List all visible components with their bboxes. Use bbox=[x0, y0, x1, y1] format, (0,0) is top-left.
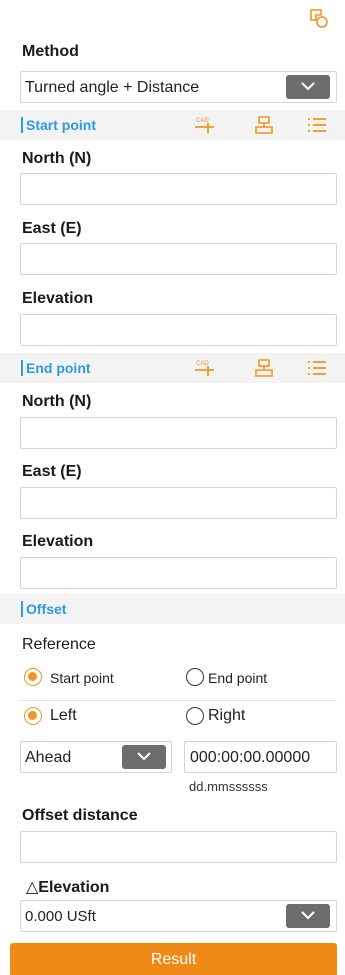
radio-end-point-label: End point bbox=[208, 670, 268, 686]
angle-input[interactable]: 000:00:00.00000 bbox=[184, 741, 337, 773]
start-point-title: Start point bbox=[26, 117, 96, 133]
radio-start-point-label: Start point bbox=[50, 670, 114, 686]
section-marker bbox=[21, 601, 23, 617]
start-point-header: Start point CAD bbox=[0, 110, 345, 140]
angle-value: 000:00:00.00000 bbox=[190, 749, 311, 766]
delta-elevation-label: △Elevation bbox=[26, 879, 110, 896]
offset-header: Offset bbox=[0, 594, 345, 624]
method-select[interactable]: Turned angle + Distance bbox=[20, 71, 337, 103]
result-button[interactable]: Result bbox=[10, 943, 337, 975]
point-list-icon[interactable] bbox=[306, 358, 328, 378]
section-marker bbox=[21, 117, 23, 133]
delta-elevation-select[interactable]: 0.000 USft bbox=[20, 900, 337, 932]
reference-label: Reference bbox=[22, 636, 96, 653]
end-north-input[interactable] bbox=[20, 417, 337, 449]
section-marker bbox=[21, 360, 23, 376]
offset-title: Offset bbox=[26, 601, 67, 617]
start-north-label: North (N) bbox=[22, 150, 92, 167]
offset-distance-label: Offset distance bbox=[22, 807, 138, 824]
direction-select[interactable]: Ahead bbox=[20, 741, 172, 773]
start-east-input[interactable] bbox=[20, 243, 337, 275]
cad-pick-icon[interactable]: CAD bbox=[194, 115, 216, 135]
chevron-down-icon bbox=[301, 911, 315, 920]
end-east-label: East (E) bbox=[22, 463, 82, 480]
survey-point-icon[interactable] bbox=[253, 358, 275, 378]
start-elevation-input[interactable] bbox=[20, 314, 337, 346]
offset-distance-input[interactable] bbox=[20, 831, 337, 863]
method-label: Method bbox=[22, 43, 79, 60]
angle-format-hint: dd.mmssssss bbox=[189, 779, 268, 794]
radio-end-point[interactable]: End point bbox=[186, 668, 326, 690]
end-elevation-label: Elevation bbox=[22, 533, 94, 550]
radio-indicator bbox=[24, 707, 42, 725]
layers-copy-icon[interactable] bbox=[307, 7, 331, 31]
delta-elevation-value: 0.000 USft bbox=[25, 908, 96, 925]
method-dropdown-button[interactable] bbox=[286, 75, 330, 99]
radio-right-label: Right bbox=[208, 707, 246, 724]
start-north-input[interactable] bbox=[20, 173, 337, 205]
direction-value: Ahead bbox=[25, 749, 72, 766]
top-bar bbox=[0, 0, 345, 40]
delta-elevation-dropdown-button[interactable] bbox=[286, 904, 330, 928]
radio-indicator bbox=[24, 668, 42, 686]
radio-start-point[interactable]: Start point bbox=[24, 668, 164, 690]
end-point-header: End point CAD bbox=[0, 353, 345, 383]
end-north-label: North (N) bbox=[22, 393, 92, 410]
end-point-title: End point bbox=[26, 360, 91, 376]
divider bbox=[20, 700, 337, 701]
radio-indicator bbox=[186, 668, 204, 686]
end-elevation-input[interactable] bbox=[20, 557, 337, 589]
result-button-label: Result bbox=[150, 951, 197, 968]
chevron-down-icon bbox=[137, 752, 151, 761]
survey-point-icon[interactable] bbox=[253, 115, 275, 135]
point-list-icon[interactable] bbox=[306, 115, 328, 135]
radio-indicator bbox=[186, 707, 204, 725]
radio-left[interactable]: Left bbox=[24, 707, 144, 729]
cad-pick-icon[interactable]: CAD bbox=[194, 358, 216, 378]
chevron-down-icon bbox=[301, 82, 315, 91]
start-elevation-label: Elevation bbox=[22, 290, 94, 307]
radio-left-label: Left bbox=[50, 707, 77, 724]
start-east-label: East (E) bbox=[22, 220, 82, 237]
direction-dropdown-button[interactable] bbox=[122, 745, 166, 769]
radio-right[interactable]: Right bbox=[186, 707, 306, 729]
end-east-input[interactable] bbox=[20, 487, 337, 519]
method-value: Turned angle + Distance bbox=[25, 79, 200, 96]
